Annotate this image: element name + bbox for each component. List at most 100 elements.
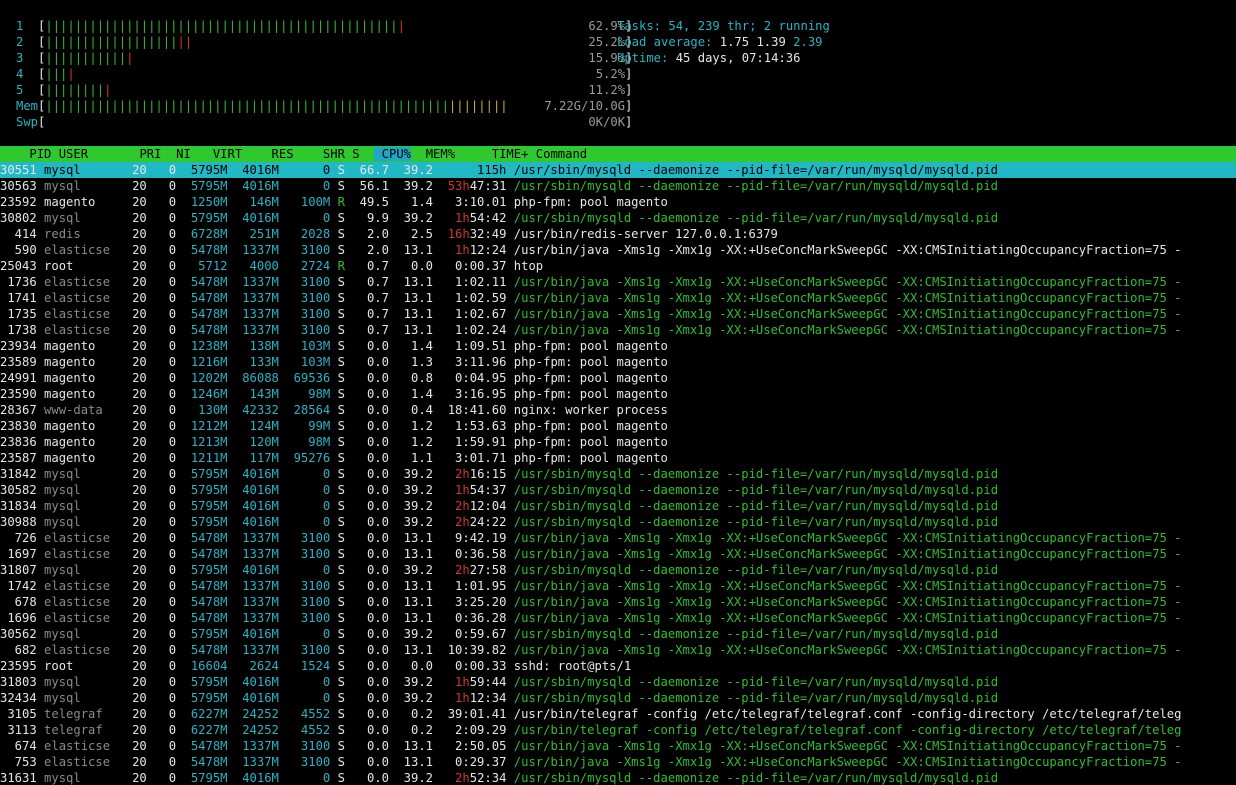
sep xyxy=(228,579,235,593)
process-row[interactable]: 30563 mysql 20 0 5795M 4016M 0 S 56.1 39… xyxy=(0,178,1236,194)
time: 2:50.05 xyxy=(455,739,507,753)
column-header-cpu[interactable]: CPU% xyxy=(374,147,412,161)
process-row[interactable]: 726 elasticse 20 0 5478M 1337M 3100 S 0.… xyxy=(0,530,1236,546)
cpu-percent: 2.0 xyxy=(352,243,389,257)
process-row[interactable]: 1696 elasticse 20 0 5478M 1337M 3100 S 0… xyxy=(0,610,1236,626)
command: /usr/bin/java -Xms1g -Xmx1g -XX:+UseConc… xyxy=(513,643,1182,657)
process-row[interactable]: 1742 elasticse 20 0 5478M 1337M 3100 S 0… xyxy=(0,578,1236,594)
process-row[interactable]: 23592 magento 20 0 1250M 146M 100M R 49.… xyxy=(0,194,1236,210)
user: magento xyxy=(44,435,111,449)
shr: 0 xyxy=(286,163,331,177)
column-header-mem[interactable]: MEM% xyxy=(418,147,455,161)
sep xyxy=(506,595,513,609)
process-row[interactable]: 30582 mysql 20 0 5795M 4016M 0 S 0.0 39.… xyxy=(0,482,1236,498)
res: 124M xyxy=(234,419,279,433)
process-row[interactable]: 678 elasticse 20 0 5478M 1337M 3100 S 0.… xyxy=(0,594,1236,610)
process-row[interactable]: 28367 www-data 20 0 130M 42332 28564 S 0… xyxy=(0,402,1236,418)
shr: 95276 xyxy=(286,451,331,465)
process-row[interactable]: 32434 mysql 20 0 5795M 4016M 0 S 0.0 39.… xyxy=(0,690,1236,706)
process-row[interactable]: 30551 mysql 20 0 5795M 4016M 0 S 66.7 39… xyxy=(0,162,1236,178)
cpu-percent: 0.0 xyxy=(352,579,389,593)
process-row[interactable]: 31803 mysql 20 0 5795M 4016M 0 S 0.0 39.… xyxy=(0,674,1236,690)
process-row[interactable]: 1738 elasticse 20 0 5478M 1337M 3100 S 0… xyxy=(0,322,1236,338)
sep xyxy=(37,755,44,769)
sep xyxy=(228,739,235,753)
nice: 0 xyxy=(154,755,177,769)
state: S xyxy=(337,355,345,369)
process-row[interactable]: 31631 mysql 20 0 5795M 4016M 0 S 0.0 39.… xyxy=(0,770,1236,785)
process-row[interactable]: 23589 magento 20 0 1216M 133M 103M S 0.0… xyxy=(0,354,1236,370)
process-row[interactable]: 1741 elasticse 20 0 5478M 1337M 3100 S 0… xyxy=(0,290,1236,306)
sep xyxy=(506,739,513,753)
sep xyxy=(37,291,44,305)
process-row[interactable]: 3113 telegraf 20 0 6227M 24252 4552 S 0.… xyxy=(0,722,1236,738)
process-row[interactable]: 674 elasticse 20 0 5478M 1337M 3100 S 0.… xyxy=(0,738,1236,754)
command: php-fpm: pool magento xyxy=(513,339,668,353)
process-row[interactable]: 1697 elasticse 20 0 5478M 1337M 3100 S 0… xyxy=(0,546,1236,562)
nice: 0 xyxy=(154,659,177,673)
process-row[interactable]: 1735 elasticse 20 0 5478M 1337M 3100 S 0… xyxy=(0,306,1236,322)
process-row[interactable]: 31807 mysql 20 0 5795M 4016M 0 S 0.0 39.… xyxy=(0,562,1236,578)
process-row[interactable]: 30988 mysql 20 0 5795M 4016M 0 S 0.0 39.… xyxy=(0,514,1236,530)
column-header-time[interactable]: TIME+ xyxy=(462,147,529,161)
res: 138M xyxy=(234,339,279,353)
time-pad xyxy=(440,547,455,561)
process-row[interactable]: 3105 telegraf 20 0 6227M 24252 4552 S 0.… xyxy=(0,706,1236,722)
process-row[interactable]: 414 redis 20 0 6728M 251M 2028 S 2.0 2.5… xyxy=(0,226,1236,242)
mem-percent: 0.4 xyxy=(396,403,434,417)
process-row[interactable]: 682 elasticse 20 0 5478M 1337M 3100 S 0.… xyxy=(0,642,1236,658)
nice: 0 xyxy=(154,595,177,609)
column-header-pid[interactable]: PID xyxy=(7,147,51,161)
header-sep xyxy=(51,147,58,161)
process-row[interactable]: 1736 elasticse 20 0 5478M 1337M 3100 S 0… xyxy=(0,274,1236,290)
process-row[interactable]: 23590 magento 20 0 1246M 143M 98M S 0.0 … xyxy=(0,386,1236,402)
process-row[interactable]: 31842 mysql 20 0 5795M 4016M 0 S 0.0 39.… xyxy=(0,466,1236,482)
priority: 20 xyxy=(117,739,147,753)
nice: 0 xyxy=(154,243,177,257)
sep xyxy=(506,275,513,289)
cpu-meter-3-label: 3 xyxy=(16,51,39,65)
column-header-user[interactable]: USER xyxy=(59,147,125,161)
running-value: 2 xyxy=(763,19,772,33)
sep xyxy=(330,163,337,177)
virt: 5478M xyxy=(183,531,228,545)
process-row[interactable]: 30802 mysql 20 0 5795M 4016M 0 S 9.9 39.… xyxy=(0,210,1236,226)
sep xyxy=(228,643,235,657)
pid: 726 xyxy=(0,531,37,545)
process-row[interactable]: 23595 root 20 0 16604 2624 1524 S 0.0 0.… xyxy=(0,658,1236,674)
process-row[interactable]: 30562 mysql 20 0 5795M 4016M 0 S 0.0 39.… xyxy=(0,626,1236,642)
sep xyxy=(228,243,235,257)
sep xyxy=(330,419,337,433)
priority: 20 xyxy=(117,371,147,385)
column-header-virt[interactable]: VIRT xyxy=(198,147,242,161)
process-row[interactable]: 24991 magento 20 0 1202M 86088 69536 S 0… xyxy=(0,370,1236,386)
uptime-value: 45 days, 07:14:36 xyxy=(675,51,801,65)
process-row[interactable]: 31834 mysql 20 0 5795M 4016M 0 S 0.0 39.… xyxy=(0,498,1236,514)
process-row[interactable]: 23830 magento 20 0 1212M 124M 99M S 0.0 … xyxy=(0,418,1236,434)
process-row[interactable]: 23836 magento 20 0 1213M 120M 98M S 0.0 … xyxy=(0,434,1236,450)
user: root xyxy=(44,259,111,273)
process-row[interactable]: 590 elasticse 20 0 5478M 1337M 3100 S 2.… xyxy=(0,242,1236,258)
time-hours: 2h xyxy=(455,563,470,577)
sep xyxy=(330,371,337,385)
state: S xyxy=(337,515,345,529)
nice: 0 xyxy=(154,579,177,593)
priority: 20 xyxy=(117,515,147,529)
process-row[interactable]: 23934 magento 20 0 1238M 138M 103M S 0.0… xyxy=(0,338,1236,354)
shr: 0 xyxy=(286,627,331,641)
priority: 20 xyxy=(117,243,147,257)
time-hours: 2h xyxy=(455,499,470,513)
priority: 20 xyxy=(117,771,147,785)
process-row[interactable]: 25043 root 20 0 5712 4000 2724 R 0.7 0.0… xyxy=(0,258,1236,274)
sep xyxy=(228,483,235,497)
column-header-ni[interactable]: NI xyxy=(169,147,191,161)
column-header-res[interactable]: RES xyxy=(250,147,294,161)
process-row[interactable]: 23587 magento 20 0 1211M 117M 95276 S 0.… xyxy=(0,450,1236,466)
column-header-shr[interactable]: SHR xyxy=(301,147,345,161)
user: magento xyxy=(44,371,111,385)
column-header-s[interactable]: S xyxy=(352,147,367,161)
process-row[interactable]: 753 elasticse 20 0 5478M 1337M 3100 S 0.… xyxy=(0,754,1236,770)
column-header-command[interactable]: Command xyxy=(536,147,587,161)
state: S xyxy=(337,483,345,497)
column-header-pri[interactable]: PRI xyxy=(132,147,161,161)
